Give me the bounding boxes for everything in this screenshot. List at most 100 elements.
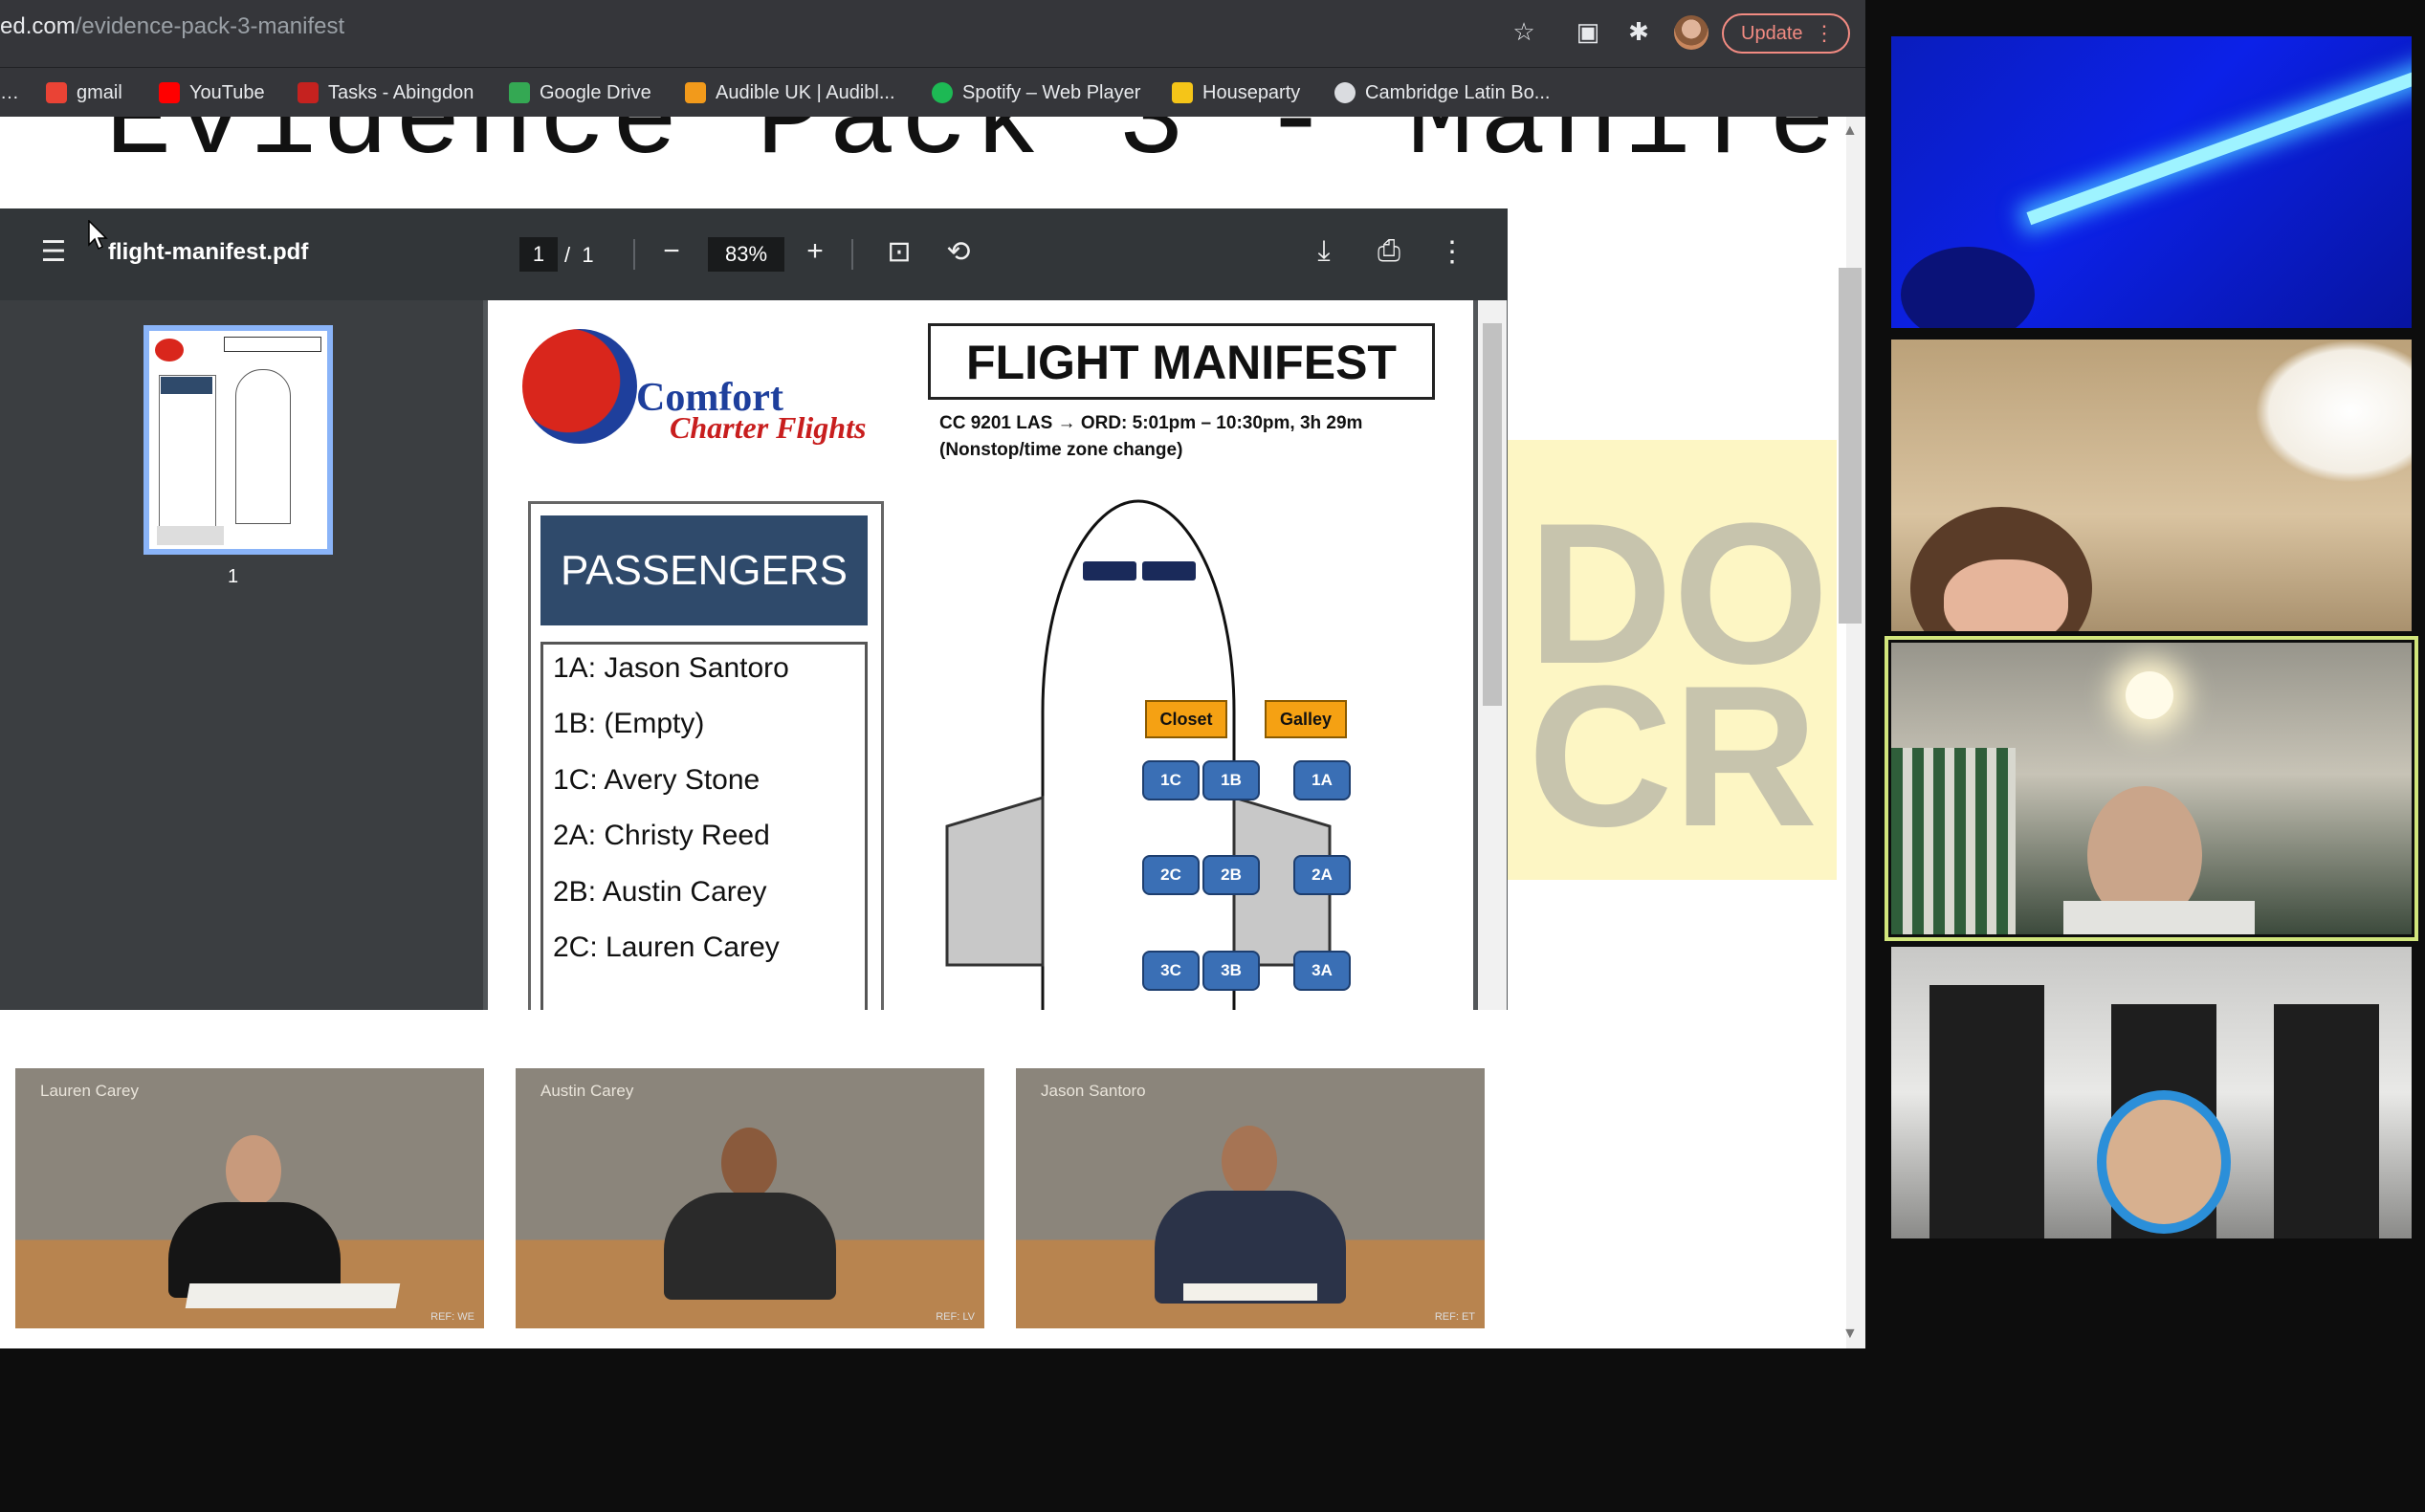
video-label: Lauren Carey (40, 1082, 140, 1100)
thumbnail-preview (149, 331, 327, 549)
video-ref: REF: ET (1434, 1311, 1475, 1323)
plane-left-wing (945, 795, 1045, 967)
total-pages: 1 (582, 243, 594, 267)
zoom-in-icon[interactable]: + (796, 235, 834, 268)
seat-2a: 2A (1293, 855, 1351, 895)
fit-page-icon[interactable]: ⊡ (880, 235, 918, 269)
airline-logo-icon (522, 329, 637, 444)
passenger-item: 1B: (Empty) (553, 708, 705, 739)
tasks-icon (298, 82, 319, 103)
person-head (226, 1135, 281, 1206)
bookmark-label: Spotify – Web Player (962, 81, 1141, 103)
zoom-level-input[interactable]: 83% (708, 237, 784, 272)
houseparty-icon (1172, 82, 1193, 103)
seat-3c: 3C (1142, 951, 1200, 991)
scroll-down-icon[interactable]: ▼ (1842, 1326, 1858, 1343)
plane-fuselage (1041, 499, 1236, 1010)
address-bar[interactable]: ed.com/evidence-pack-3-manifest ☆ ▣ ✱ Up… (0, 0, 1865, 67)
bookmark-label: Audible UK | Audibl... (716, 81, 895, 103)
passenger-item: 2C: Lauren Carey (553, 931, 780, 963)
seat-map-diagram (945, 499, 1332, 1010)
person-torso (664, 1193, 836, 1300)
pdf-toolbar: ☰ flight-manifest.pdf 1 / 1 − 83% + ⊡ ⟲ … (0, 208, 1508, 300)
window-left (1929, 985, 2044, 1238)
thumbnail-number: 1 (228, 566, 239, 587)
seat-3a: 3A (1293, 951, 1351, 991)
page-thumbnail[interactable] (143, 325, 333, 555)
bookmarks-overflow-icon[interactable]: … (0, 79, 19, 106)
headphones-icon (2106, 1100, 2221, 1224)
page-total: / 1 (564, 243, 594, 268)
rotate-icon[interactable]: ⟲ (939, 235, 978, 269)
extension-icon[interactable]: ▣ (1569, 17, 1607, 47)
cockpit-window-right (1142, 561, 1196, 581)
watermark-letters-bottom: CR (1528, 644, 1819, 868)
bookmarks-bar: … gmail YouTube Tasks - Abingdon Google … (0, 67, 1865, 117)
flight-note: (Nonstop/time zone change) (939, 440, 1183, 460)
bookmark-cambridge-latin[interactable]: Cambridge Latin Bo... (1334, 79, 1550, 106)
video-ref: REF: WE (430, 1311, 474, 1323)
pdf-filename: flight-manifest.pdf (108, 239, 309, 265)
pdf-page: Comfort Charter Flights FLIGHT MANIFEST … (488, 300, 1473, 1010)
thumb-logo (155, 339, 184, 362)
menu-icon[interactable]: ☰ (34, 235, 73, 269)
youtube-icon (159, 82, 180, 103)
closet-label: Closet (1145, 700, 1227, 738)
globe-icon (1334, 82, 1356, 103)
manifest-title: FLIGHT MANIFEST (928, 323, 1435, 400)
seat-3b: 3B (1202, 951, 1260, 991)
bookmark-label: Cambridge Latin Bo... (1365, 81, 1551, 103)
url-domain: ed.com (0, 13, 76, 39)
bookmark-label: Google Drive (540, 81, 651, 103)
seat-2b: 2B (1202, 855, 1260, 895)
active-speaker-highlight (1885, 636, 2418, 941)
scroll-up-icon[interactable]: ▲ (1842, 122, 1858, 140)
url-text[interactable]: ed.com/evidence-pack-3-manifest (0, 13, 344, 40)
video-label: Jason Santoro (1041, 1082, 1146, 1100)
update-button[interactable]: Update ⋮ (1722, 13, 1850, 54)
more-actions-icon[interactable]: ⋮ (1433, 235, 1471, 269)
gmail-icon (46, 82, 67, 103)
bookmark-google-drive[interactable]: Google Drive (509, 79, 651, 106)
puzzle-icon[interactable]: ✱ (1620, 17, 1658, 47)
participant-video-4[interactable] (1891, 947, 2412, 1238)
bookmark-houseparty[interactable]: Houseparty (1172, 79, 1300, 106)
seat-1c: 1C (1142, 760, 1200, 800)
bookmark-youtube[interactable]: YouTube (159, 79, 265, 106)
person-face (1944, 559, 2068, 631)
bookmark-audible[interactable]: Audible UK | Audibl... (685, 79, 895, 106)
bookmark-star-icon[interactable]: ☆ (1505, 17, 1543, 47)
document-on-table (1183, 1283, 1317, 1301)
toolbar-divider (851, 239, 853, 270)
person-silhouette (1901, 247, 2035, 328)
video-jason-santoro[interactable]: Jason Santoro REF: ET (1016, 1068, 1485, 1328)
page-separator: / (564, 243, 571, 267)
pdf-scrollbar-thumb[interactable] (1483, 323, 1502, 706)
participant-video-2[interactable] (1891, 340, 2412, 631)
google-drive-icon (509, 82, 530, 103)
zoom-out-icon[interactable]: − (652, 235, 691, 268)
participant-video-1[interactable] (1891, 36, 2412, 328)
video-lauren-carey[interactable]: Lauren Carey REF: WE (15, 1068, 484, 1328)
url-path: /evidence-pack-3-manifest (75, 13, 345, 39)
video-austin-carey[interactable]: Austin Carey REF: LV (516, 1068, 984, 1328)
print-icon[interactable]: ⎙ (1370, 235, 1408, 268)
download-icon[interactable]: ⤓ (1305, 235, 1343, 268)
profile-avatar[interactable] (1674, 15, 1709, 50)
bookmark-spotify[interactable]: Spotify – Web Player (932, 79, 1140, 106)
bookmark-tasks[interactable]: Tasks - Abingdon (298, 79, 474, 106)
mouse-cursor-icon (88, 220, 108, 251)
audible-icon (685, 82, 706, 103)
bookmark-label: YouTube (189, 81, 265, 103)
pdf-viewer: ☰ flight-manifest.pdf 1 / 1 − 83% + ⊡ ⟲ … (0, 208, 1508, 1010)
person-head (721, 1128, 777, 1198)
document-on-table (185, 1283, 401, 1308)
bookmark-label: gmail (77, 81, 122, 103)
page-number-input[interactable]: 1 (519, 237, 558, 272)
flight-route: CC 9201 LAS → ORD: 5:01pm – 10:30pm, 3h … (939, 413, 1363, 433)
seat-1b: 1B (1202, 760, 1260, 800)
bookmark-gmail[interactable]: gmail (46, 79, 122, 106)
passenger-item: 1A: Jason Santoro (553, 652, 789, 684)
video-label: Austin Carey (540, 1082, 634, 1100)
page-scrollbar-thumb[interactable] (1839, 268, 1862, 624)
